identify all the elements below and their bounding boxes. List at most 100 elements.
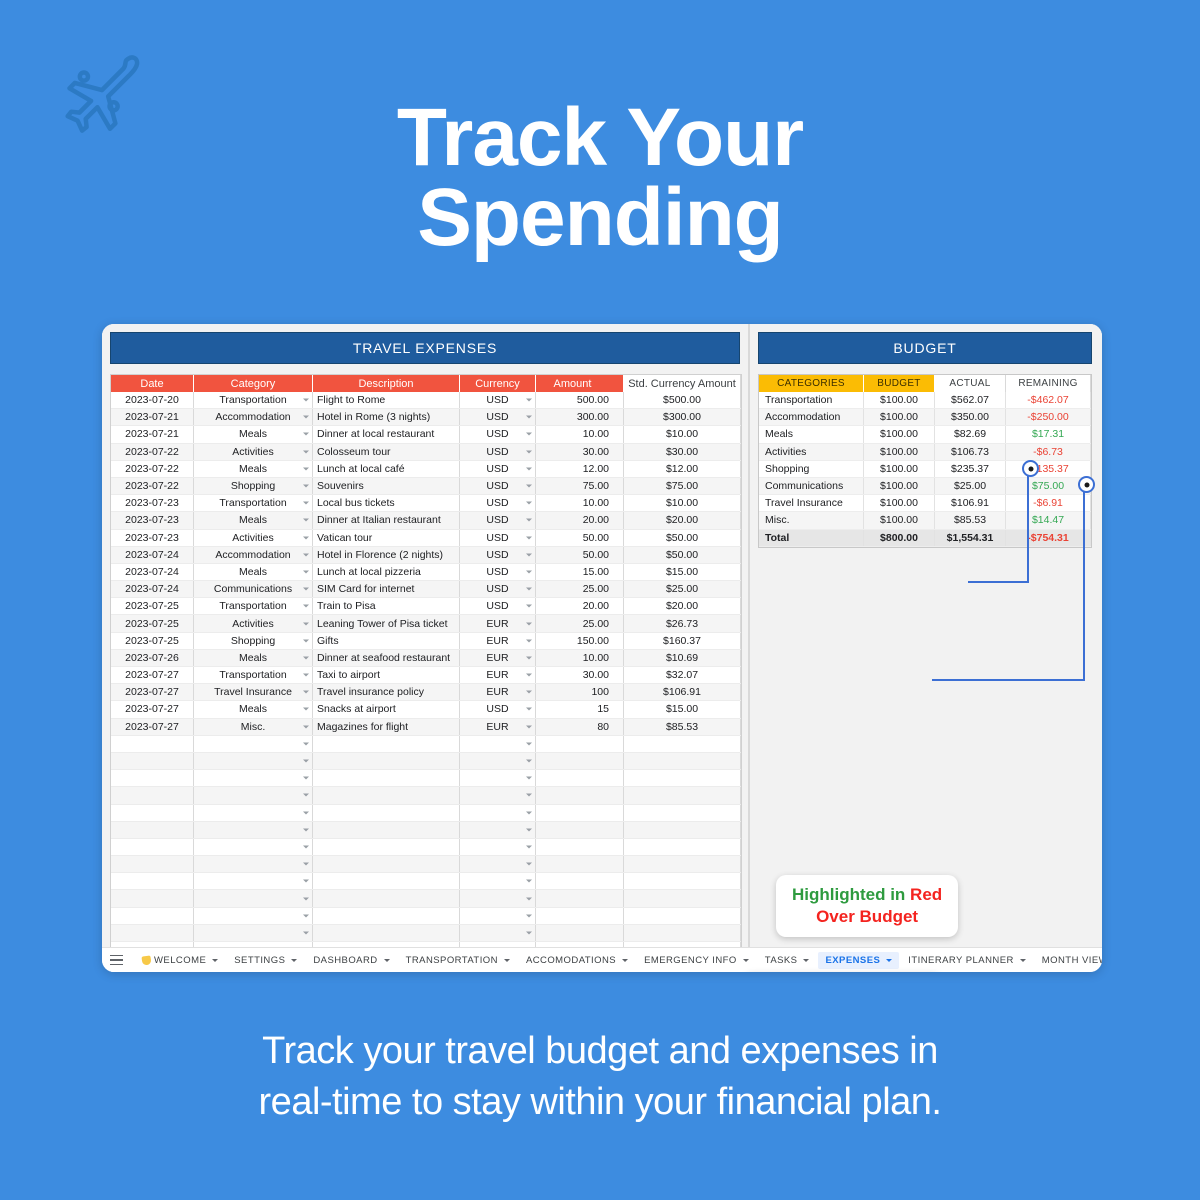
cell-currency[interactable] <box>459 821 536 839</box>
chevron-down-icon[interactable] <box>1019 958 1026 962</box>
cell-std-amount[interactable]: $20.00 <box>623 597 741 616</box>
table-row[interactable]: 2023-07-27 Transportation Taxi to airport E… <box>111 666 741 685</box>
cell-date[interactable]: 2023-07-23 <box>111 494 194 513</box>
cell-currency[interactable]: EUR <box>459 666 536 685</box>
cell-description[interactable]: Local bus tickets <box>312 494 460 513</box>
cell-description[interactable]: Dinner at seafood restaurant <box>312 649 460 668</box>
cell-currency[interactable] <box>459 804 536 822</box>
cell-category[interactable]: Accommodation <box>759 408 864 427</box>
cell-category[interactable]: Transportation <box>193 666 313 685</box>
cell-description[interactable]: Dinner at local restaurant <box>312 425 460 444</box>
table-row[interactable]: Misc. $100.00 $85.53 $14.47 <box>759 511 1091 530</box>
table-row[interactable]: Shopping $100.00 $235.37 -$135.37 <box>759 460 1091 478</box>
chevron-down-icon[interactable] <box>303 776 309 780</box>
cell-remaining[interactable]: $14.47 <box>1005 511 1091 530</box>
cell-std-amount[interactable]: $26.73 <box>623 614 741 633</box>
table-row[interactable]: Travel Insurance $100.00 $106.91 -$6.91 <box>759 494 1091 513</box>
cell-description[interactable]: Souvenirs <box>312 477 460 496</box>
cell-category[interactable] <box>193 821 313 839</box>
chevron-down-icon[interactable] <box>303 845 309 849</box>
cell-description[interactable]: Hotel in Florence (2 nights) <box>312 546 460 564</box>
cell-amount[interactable] <box>535 821 624 839</box>
cell-std-amount[interactable]: $15.00 <box>623 563 741 582</box>
table-row[interactable]: 2023-07-24 Accommodation Hotel in Florence… <box>111 546 741 564</box>
cell-amount[interactable]: 25.00 <box>535 580 624 599</box>
cell-category[interactable]: Total <box>759 528 864 547</box>
chevron-down-icon[interactable] <box>526 604 532 608</box>
cell-actual[interactable]: $106.91 <box>934 494 1006 513</box>
cell-category[interactable]: Accommodation <box>193 408 313 427</box>
cell-date[interactable] <box>111 752 194 771</box>
cell-description[interactable] <box>312 804 460 822</box>
cell-category[interactable] <box>193 889 313 908</box>
cell-category[interactable]: Communications <box>193 580 313 599</box>
cell-remaining[interactable]: -$135.37 <box>1005 460 1091 478</box>
chevron-down-icon[interactable] <box>526 656 532 660</box>
cell-date[interactable] <box>111 786 194 805</box>
chevron-down-icon[interactable] <box>303 828 309 832</box>
table-row[interactable]: 2023-07-22 Shopping Souvenirs USD 75.00 $75.0… <box>111 477 741 496</box>
cell-description[interactable]: Hotel in Rome (3 nights) <box>312 408 460 427</box>
table-row[interactable]: Accommodation $100.00 $350.00 -$250.00 <box>759 408 1091 427</box>
chevron-down-icon[interactable] <box>886 958 893 962</box>
chevron-down-icon[interactable] <box>303 879 309 883</box>
cell-currency[interactable] <box>459 752 536 771</box>
table-row[interactable]: 2023-07-27 Meals Snacks at airport USD 15 $15… <box>111 700 741 719</box>
cell-category[interactable]: Meals <box>193 425 313 444</box>
cell-std-amount[interactable]: $500.00 <box>623 392 741 410</box>
cell-description[interactable] <box>312 924 460 943</box>
table-row[interactable]: 2023-07-21 Accommodation Hotel in Rome (3 … <box>111 408 741 427</box>
cell-remaining[interactable]: -$6.91 <box>1005 494 1091 513</box>
cell-category[interactable] <box>193 924 313 943</box>
table-row[interactable] <box>111 804 741 822</box>
cell-category[interactable]: Meals <box>193 649 313 668</box>
table-row[interactable] <box>111 889 741 908</box>
chevron-down-icon[interactable] <box>303 931 309 935</box>
cell-std-amount[interactable] <box>623 889 741 908</box>
cell-std-amount[interactable]: $15.00 <box>623 700 741 719</box>
table-row[interactable]: Transportation $100.00 $562.07 -$462.07 <box>759 392 1091 410</box>
cell-description[interactable] <box>312 821 460 839</box>
cell-category[interactable]: Shopping <box>759 460 864 478</box>
chevron-down-icon[interactable] <box>303 690 309 694</box>
chevron-down-icon[interactable] <box>303 536 309 540</box>
chevron-down-icon[interactable] <box>526 398 532 402</box>
cell-category[interactable]: Misc. <box>759 511 864 530</box>
cell-remaining[interactable]: -$250.00 <box>1005 408 1091 427</box>
table-row[interactable]: 2023-07-23 Meals Dinner at Italian restaur… <box>111 511 741 530</box>
cell-description[interactable]: Taxi to airport <box>312 666 460 685</box>
cell-date[interactable]: 2023-07-27 <box>111 683 194 702</box>
cell-std-amount[interactable] <box>623 907 741 925</box>
cell-currency[interactable] <box>459 769 536 788</box>
cell-std-amount[interactable]: $10.00 <box>623 425 741 444</box>
cell-date[interactable] <box>111 735 194 753</box>
table-row[interactable]: 2023-07-22 Meals Lunch at local café USD 12.… <box>111 460 741 478</box>
cell-description[interactable]: Magazines for flight <box>312 718 460 736</box>
cell-std-amount[interactable]: $10.00 <box>623 494 741 513</box>
cell-date[interactable] <box>111 855 194 874</box>
cell-description[interactable] <box>312 735 460 753</box>
table-row[interactable]: 2023-07-23 Transportation Local bus ticket… <box>111 494 741 513</box>
chevron-down-icon[interactable] <box>526 879 532 883</box>
cell-category[interactable]: Activities <box>759 443 864 461</box>
chevron-down-icon[interactable] <box>526 432 532 436</box>
cell-date[interactable]: 2023-07-27 <box>111 700 194 719</box>
cell-date[interactable]: 2023-07-21 <box>111 408 194 427</box>
cell-amount[interactable] <box>535 855 624 874</box>
chevron-down-icon[interactable] <box>526 501 532 505</box>
table-row[interactable] <box>111 769 741 788</box>
chevron-down-icon[interactable] <box>526 450 532 454</box>
chevron-down-icon[interactable] <box>742 958 749 962</box>
table-row[interactable] <box>111 786 741 805</box>
cell-description[interactable] <box>312 889 460 908</box>
cell-amount[interactable] <box>535 889 624 908</box>
cell-category[interactable] <box>193 769 313 788</box>
cell-description[interactable] <box>312 838 460 857</box>
cell-amount[interactable]: 80 <box>535 718 624 736</box>
chevron-down-icon[interactable] <box>303 639 309 643</box>
cell-std-amount[interactable] <box>623 804 741 822</box>
sheet-tab-welcome[interactable]: WELCOME <box>135 952 225 969</box>
cell-currency[interactable] <box>459 786 536 805</box>
cell-budget[interactable]: $100.00 <box>863 425 935 444</box>
cell-category[interactable]: Travel Insurance <box>193 683 313 702</box>
